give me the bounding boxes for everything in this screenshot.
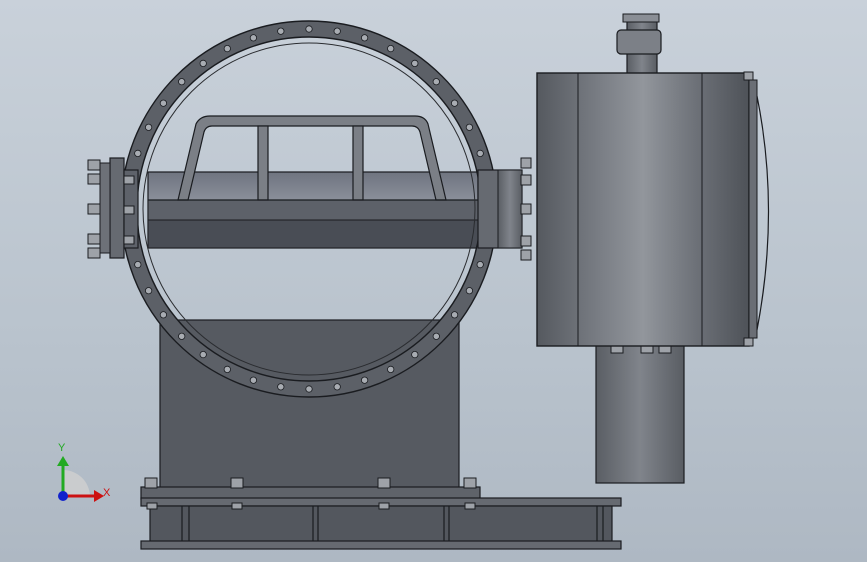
flange-bolt-hole (450, 99, 459, 107)
top-inlet-pipe (616, 13, 662, 75)
left-side-flange (87, 157, 139, 259)
flange-bolt-hole (159, 311, 167, 319)
flange-bolt-hole (249, 34, 257, 42)
flange-bolt-hole (333, 27, 341, 35)
flange-bolt-hole (432, 78, 440, 86)
flange-bolt-hole (333, 383, 341, 391)
flange-bolt-hole (465, 123, 473, 131)
flange-bolt-hole (249, 376, 257, 384)
flange-bolt-hole (360, 34, 369, 42)
flange-bolt-hole (277, 383, 285, 391)
flange-bolt-hole (199, 59, 207, 68)
axis-triad (57, 456, 104, 502)
flange-bolt-hole (199, 350, 207, 359)
actuator-housing (536, 71, 770, 347)
flange-bolt-hole (223, 365, 231, 373)
flange-bolt-hole (145, 123, 153, 131)
main-flange-ring (120, 20, 498, 398)
flange-bolt-hole (277, 27, 285, 35)
x-axis-label: X (103, 487, 111, 499)
right-side-connector (477, 157, 532, 261)
flange-bolt-hole (178, 78, 186, 86)
flange-bolt-hole (159, 99, 167, 107)
flange-bolt-hole (411, 350, 419, 359)
flange-bolt-hole (476, 149, 484, 157)
valve-assembly-model[interactable] (0, 0, 867, 562)
flange-bolt-hole (305, 25, 313, 33)
flange-bolt-hole (145, 287, 153, 295)
flange-bolt-hole (387, 44, 395, 53)
flange-bolt-hole (178, 332, 186, 340)
flange-bolt-hole (450, 311, 459, 319)
flange-bolt-hole (387, 365, 395, 373)
flange-bolt-hole (360, 376, 369, 384)
base-frame (140, 477, 622, 550)
flange-bolt-hole (411, 59, 419, 68)
y-axis-label: Y (58, 442, 66, 454)
flange-bolt-hole (432, 332, 440, 340)
flange-bolt-hole (134, 260, 142, 269)
outlet-pipe (595, 344, 685, 484)
flange-bolt-hole (223, 44, 231, 53)
flange-bolt-hole (134, 149, 142, 157)
flange-bolt-hole (476, 260, 484, 269)
flange-bolt-hole (305, 385, 313, 393)
flange-bolt-hole (465, 287, 473, 295)
cad-viewport[interactable]: Y X (0, 0, 867, 562)
